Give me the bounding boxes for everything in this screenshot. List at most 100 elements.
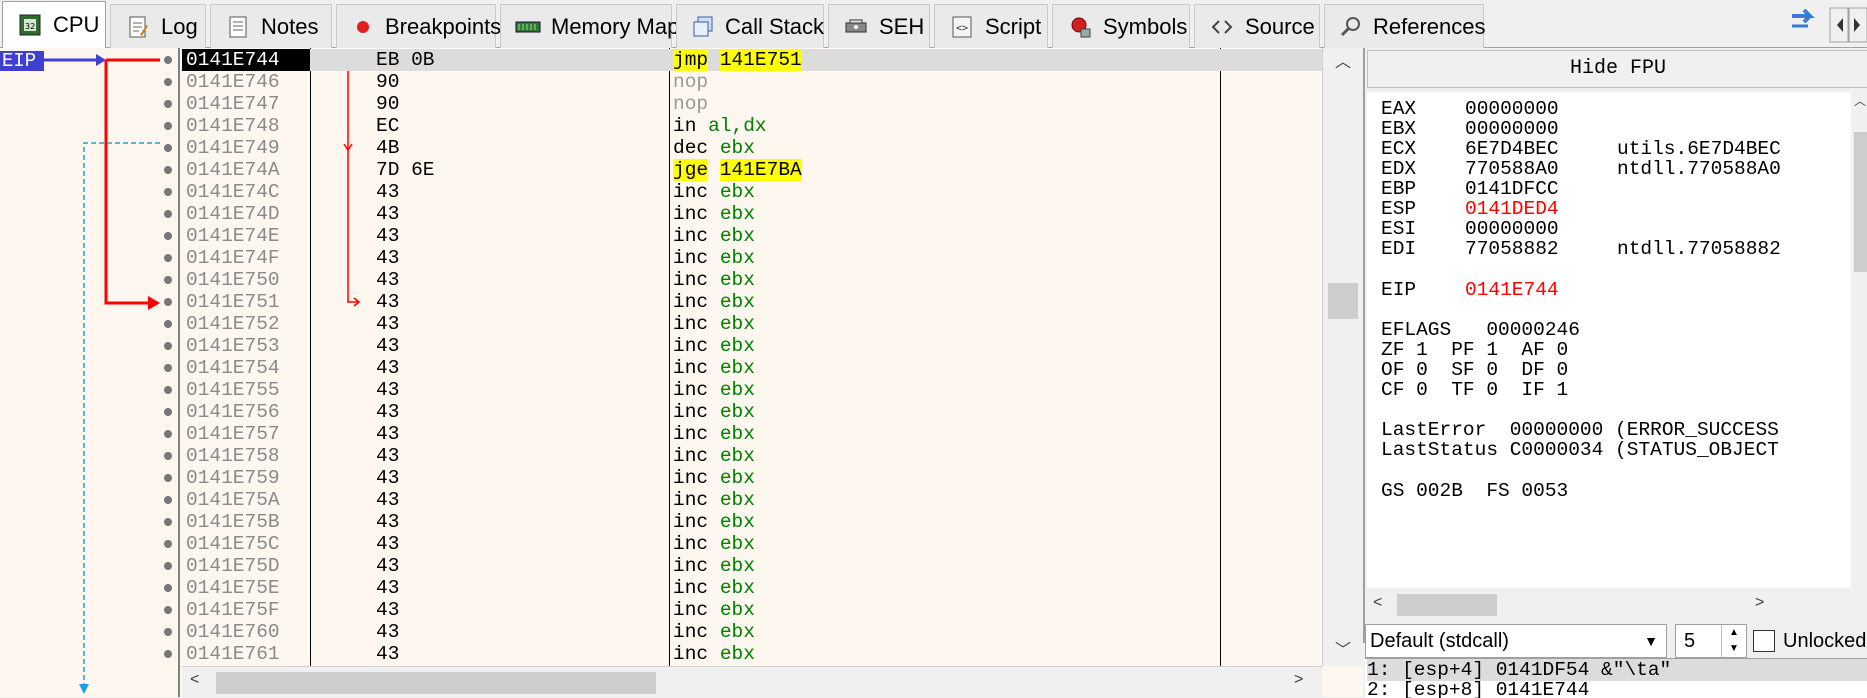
stack-row[interactable]: 1: [esp+4] 0141DF54 &"\ta" [1367,659,1867,681]
calling-convention-select[interactable]: Default (stdcall) ▼ [1365,624,1667,658]
register-row-edx[interactable]: EDX 770588A0 ntdll.770588A0 [1381,158,1781,180]
disassembly-row[interactable]: 0141E75A 43 inc ebx [182,489,1322,511]
instruction-text: in al,dx [673,115,767,137]
stack-arguments-view[interactable]: 1: [esp+4] 0141DF54 &"\ta" 2: [esp+8] 01… [1365,658,1867,698]
scrollbar-thumb[interactable] [1328,283,1358,319]
breakpoint-dots[interactable] [164,56,172,658]
disassembly-row[interactable]: 0141E75E 43 inc ebx [182,577,1322,599]
segment-row[interactable]: GS 002B FS 0053 [1381,480,1568,502]
unlocked-checkbox[interactable]: Unlocked [1753,624,1866,658]
tab-call-stack[interactable]: Call Stack [676,4,824,48]
disassembly-row[interactable]: 0141E74F 43 inc ebx [182,247,1322,269]
disassembly-row[interactable]: 0141E75C 43 inc ebx [182,533,1322,555]
disassembly-row[interactable]: 0141E759 43 inc ebx [182,467,1322,489]
disassembly-row[interactable]: 0141E749 4B dec ebx [182,137,1322,159]
horizontal-scrollbar[interactable]: < > [182,666,1322,698]
instruction-operand: ebx [719,313,755,335]
instruction-operand: ebx [719,577,755,599]
disassembly-row[interactable]: 0141E746 90 nop [182,71,1322,93]
scroll-left-icon[interactable]: < [190,671,199,689]
scroll-right-icon[interactable]: > [1294,671,1303,689]
last-error-row[interactable]: LastError 00000000 (ERROR_SUCCESS [1381,419,1779,441]
disassembly-row[interactable]: 0141E757 43 inc ebx [182,423,1322,445]
last-status-row[interactable]: LastStatus C0000034 (STATUS_OBJECT [1381,439,1779,461]
instruction-bytes: 43 [376,401,400,423]
instruction-text: jge 141E7BA [673,159,802,181]
eflags-row[interactable]: EFLAGS 00000246 [1381,319,1580,341]
disassembly-row[interactable]: 0141E74C 43 inc ebx [182,181,1322,203]
scroll-down-icon[interactable]: ﹀ [1335,636,1351,660]
flags-row[interactable]: CF 0 TF 0 IF 1 [1381,379,1568,401]
more-tabs-icon[interactable] [1792,8,1815,28]
instruction-text: inc ebx [673,423,755,445]
register-row-ebx[interactable]: EBX 00000000 [1381,118,1559,140]
disassembly-row[interactable]: 0141E753 43 inc ebx [182,335,1322,357]
disassembly-row[interactable]: 0141E751 43 inc ebx [182,291,1322,313]
disassembly-row[interactable]: 0141E761 43 inc ebx [182,643,1322,665]
spinner-arrows-icon[interactable]: ▲ ▼ [1721,625,1746,657]
register-horizontal-scrollbar[interactable]: < > [1367,588,1867,622]
disassembly-row[interactable]: 0141E758 43 inc ebx [182,445,1322,467]
disassembly-row[interactable]: 0141E75F 43 inc ebx [182,599,1322,621]
disassembly-listing[interactable]: 0141E744 EB 0B jmp 141E751 0141E746 90 nop 014… [182,48,1322,666]
tab-memory-map[interactable]: Memory Map [500,4,679,48]
disassembly-row[interactable]: 0141E747 90 nop [182,93,1322,115]
register-row-esi[interactable]: ESI 00000000 [1381,218,1559,240]
tab-notes[interactable]: Notes [210,4,332,48]
flags-row[interactable]: ZF 1 PF 1 AF 0 [1381,339,1568,361]
scroll-up-icon[interactable]: ︿ [1335,48,1351,72]
tab-references[interactable]: References [1324,4,1486,48]
vertical-scrollbar[interactable]: ︿ ﹀ [1322,48,1364,666]
register-vertical-scrollbar[interactable]: ︿ [1851,92,1867,588]
scrollbar-thumb[interactable] [1397,594,1497,616]
instruction-text: inc ebx [673,269,755,291]
stack-row[interactable]: 2: [esp+8] 0141E744 [1367,679,1867,698]
disassembly-row[interactable]: 0141E752 43 inc ebx [182,313,1322,335]
disassembly-row[interactable]: 0141E74E 43 inc ebx [182,225,1322,247]
register-row-edi[interactable]: EDI 77058882 ntdll.77058882 [1381,238,1781,260]
tab-label: Call Stack [725,13,825,39]
disassembly-row[interactable]: 0141E744 EB 0B jmp 141E751 [182,49,1322,71]
flags-row[interactable]: OF 0 SF 0 DF 0 [1381,359,1568,381]
argument-count-spinner[interactable]: 5 ▲ ▼ [1675,624,1747,658]
disassembly-row[interactable]: 0141E755 43 inc ebx [182,379,1322,401]
instruction-bytes: 90 [376,71,400,93]
disassembly-row[interactable]: 0141E754 43 inc ebx [182,357,1322,379]
disassembly-row[interactable]: 0141E756 43 inc ebx [182,401,1322,423]
disassembly-row[interactable]: 0141E760 43 inc ebx [182,621,1322,643]
tab-scroll-right-button[interactable] [1848,7,1867,43]
register-row-eip[interactable]: EIP 0141E744 [1381,279,1559,301]
scroll-left-icon[interactable]: < [1373,594,1382,612]
scrollbar-thumb[interactable] [216,672,656,694]
disassembly-row[interactable]: 0141E748 EC in al,dx [182,115,1322,137]
tab-breakpoints[interactable]: Breakpoints [336,4,501,48]
scrollbar-thumb[interactable] [1854,132,1867,272]
register-view[interactable]: EAX 00000000 EBX 00000000 ECX 6E7D4BEC utils… [1367,92,1863,588]
tab-source[interactable]: Source [1194,4,1320,48]
instruction-address: 0141E74A [186,159,280,181]
register-row-eax[interactable]: EAX 00000000 [1381,98,1559,120]
disassembly-row[interactable]: 0141E750 43 inc ebx [182,269,1322,291]
disassembly-row[interactable]: 0141E74D 43 inc ebx [182,203,1322,225]
scroll-right-icon[interactable]: > [1755,594,1764,612]
instruction-text: inc ebx [673,291,755,313]
scroll-up-icon[interactable]: ︿ [1854,92,1866,109]
instruction-text: inc ebx [673,467,755,489]
instruction-address: 0141E75E [186,577,280,599]
checkbox-box[interactable] [1753,630,1775,652]
tab-log[interactable]: Log [110,4,206,48]
tab-script[interactable]: <> Script [934,4,1048,48]
disassembly-row[interactable]: 0141E75B 43 inc ebx [182,511,1322,533]
register-row-esp[interactable]: ESP 0141DED4 [1381,198,1559,220]
tab-seh[interactable]: SEH [828,4,930,48]
disassembly-row[interactable]: 0141E75D 43 inc ebx [182,555,1322,577]
disassembly-row[interactable]: 0141E74A 7D 6E jge 141E7BA [182,159,1322,181]
register-row-ebp[interactable]: EBP 0141DFCC [1381,178,1559,200]
tab-cpu[interactable]: 32 CPU [2,1,106,48]
tab-scroll-left-button[interactable] [1829,7,1849,43]
hide-fpu-button[interactable]: Hide FPU [1367,50,1867,88]
script-icon: <> [949,14,975,40]
tab-symbols[interactable]: Symbols [1052,4,1190,48]
instruction-address: 0141E75B [186,511,280,533]
register-row-ecx[interactable]: ECX 6E7D4BEC utils.6E7D4BEC [1381,138,1781,160]
